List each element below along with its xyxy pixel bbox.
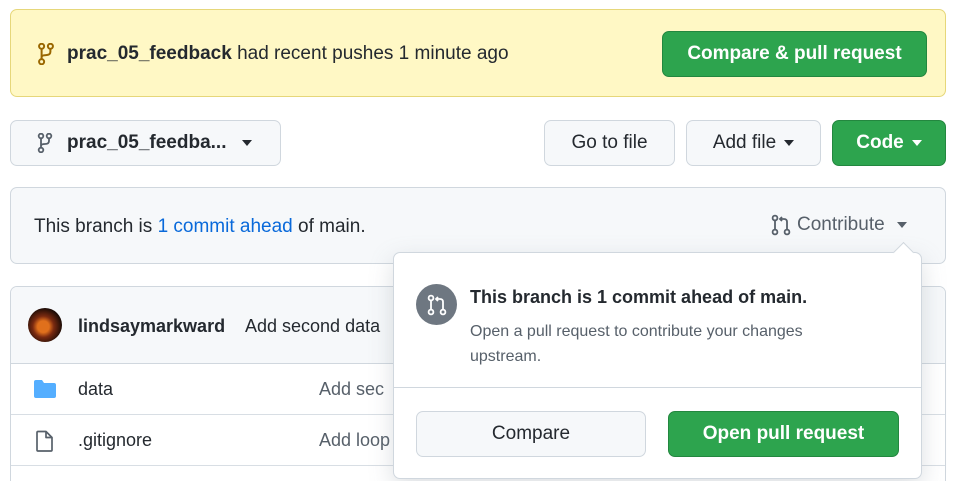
banner-message-text: had recent pushes 1 minute ago <box>237 43 509 64</box>
file-commit-message[interactable]: Add loop <box>319 430 390 451</box>
popover-divider <box>394 387 921 388</box>
banner-branch-name[interactable]: prac_05_feedback <box>67 43 232 64</box>
branch-selector-label: prac_05_feedba... <box>67 132 227 153</box>
file-icon <box>36 430 53 452</box>
popover-title: This branch is 1 commit ahead of main. <box>470 287 808 307</box>
commits-ahead-link[interactable]: 1 commit ahead <box>158 216 293 237</box>
contribute-dropdown[interactable]: Contribute <box>771 214 907 236</box>
popover-description: Open a pull request to contribute your c… <box>470 323 803 365</box>
file-commit-message[interactable]: Add sec <box>319 379 384 400</box>
commit-author[interactable]: lindsaymarkward <box>78 316 225 337</box>
branch-status-prefix: This branch is <box>34 216 153 237</box>
file-name[interactable]: .gitignore <box>78 430 152 451</box>
contribute-label: Contribute <box>797 214 885 235</box>
branch-selector[interactable]: prac_05_feedba... <box>10 120 281 166</box>
code-button[interactable]: Code <box>832 120 946 166</box>
chevron-down-icon <box>784 140 795 146</box>
contribute-popover: This branch is 1 commit ahead of main. O… <box>393 252 922 479</box>
pull-request-icon <box>416 284 457 325</box>
file-name[interactable]: data <box>78 379 113 400</box>
commit-message[interactable]: Add second data <box>245 316 380 337</box>
branch-status-text: This branch is 1 commit ahead of main. <box>34 216 366 238</box>
compare-pull-request-button[interactable]: Compare & pull request <box>662 31 927 77</box>
avatar[interactable] <box>28 308 62 342</box>
git-branch-icon <box>37 133 53 153</box>
chevron-down-icon <box>911 140 922 146</box>
git-branch-icon <box>38 43 54 65</box>
branch-status-suffix: of main. <box>298 216 366 237</box>
add-file-button[interactable]: Add file <box>686 120 821 166</box>
chevron-down-icon <box>242 140 253 146</box>
chevron-down-icon <box>896 222 907 228</box>
compare-button[interactable]: Compare <box>416 411 646 457</box>
pull-request-icon <box>771 214 791 236</box>
code-label: Code <box>856 132 904 153</box>
banner-message: prac_05_feedback had recent pushes 1 min… <box>67 43 509 65</box>
go-to-file-button[interactable]: Go to file <box>544 120 675 166</box>
folder-icon <box>34 380 56 398</box>
open-pull-request-button[interactable]: Open pull request <box>668 411 899 457</box>
recent-push-banner: prac_05_feedback had recent pushes 1 min… <box>10 9 946 97</box>
add-file-label: Add file <box>712 132 777 153</box>
